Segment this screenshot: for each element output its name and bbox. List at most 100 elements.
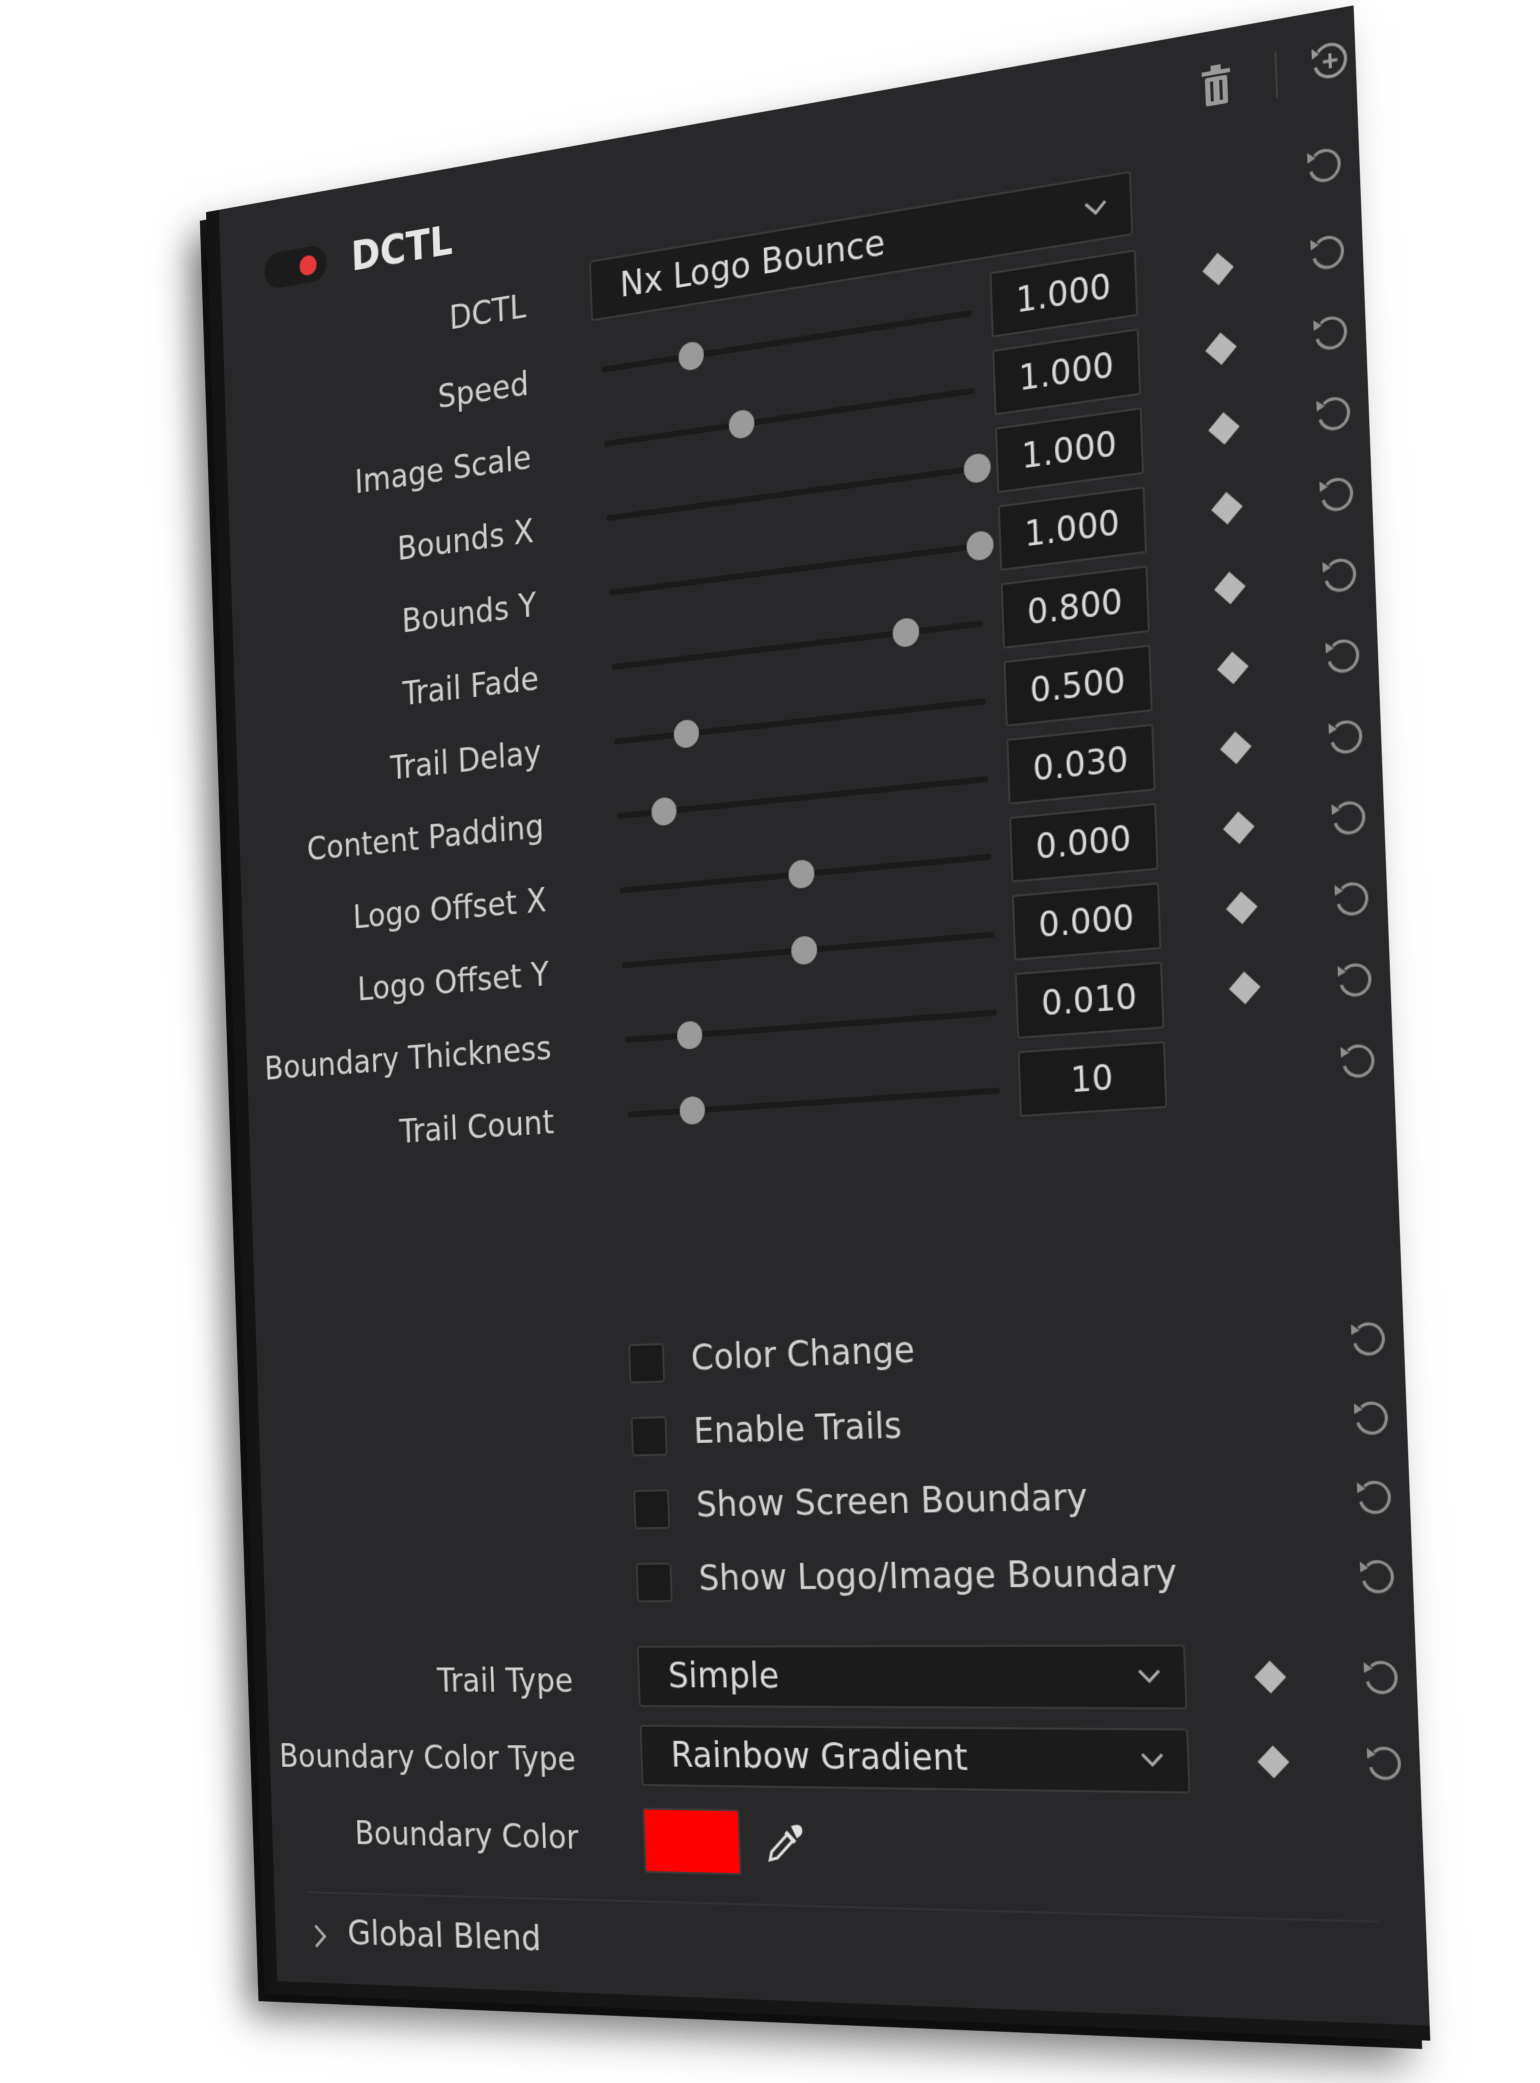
slider-label: Bounds X bbox=[397, 512, 535, 569]
slider-value-field[interactable]: 0.500 bbox=[1003, 645, 1152, 727]
trail-type-select[interactable]: Simple bbox=[637, 1644, 1188, 1709]
trash-icon[interactable] bbox=[1199, 61, 1233, 109]
reset-icon[interactable] bbox=[1333, 956, 1378, 1004]
slider-thumb[interactable] bbox=[791, 935, 818, 965]
slider-track[interactable] bbox=[625, 1009, 997, 1042]
reset-icon[interactable] bbox=[1318, 550, 1363, 600]
slider-track[interactable] bbox=[604, 388, 974, 447]
reset-icon[interactable] bbox=[1355, 1554, 1401, 1599]
slider-value-field[interactable]: 1.000 bbox=[989, 249, 1138, 337]
keyframe-diamond-icon[interactable] bbox=[1211, 492, 1242, 525]
slider-value-field[interactable]: 1.000 bbox=[998, 486, 1147, 571]
reset-icon[interactable] bbox=[1327, 793, 1372, 842]
boundary-color-label: Boundary Color bbox=[354, 1814, 579, 1857]
slider-rows: Speed 1.000 Image Scale 1.000 Bounds X 1.000 B… bbox=[219, 5, 1354, 210]
effect-enable-toggle[interactable] bbox=[264, 244, 327, 290]
checkbox-label: Color Change bbox=[690, 1329, 915, 1378]
checkbox-label: Enable Trails bbox=[693, 1405, 902, 1452]
trail-type-value: Simple bbox=[667, 1655, 779, 1696]
reset-icon[interactable] bbox=[1303, 139, 1348, 191]
add-reset-icon[interactable] bbox=[1307, 33, 1354, 88]
slider-thumb[interactable] bbox=[676, 1020, 702, 1050]
slider-value-field[interactable]: 0.800 bbox=[1001, 565, 1150, 648]
keyframe-diamond-icon[interactable] bbox=[1226, 891, 1258, 924]
slider-track[interactable] bbox=[614, 698, 985, 745]
keyframe-diamond-icon[interactable] bbox=[1223, 811, 1255, 844]
slider-value-field[interactable]: 1.000 bbox=[995, 407, 1144, 493]
boundary-color-swatch[interactable] bbox=[642, 1808, 741, 1876]
reset-icon[interactable] bbox=[1352, 1474, 1398, 1520]
keyframe-diamond-icon[interactable] bbox=[1208, 412, 1239, 445]
reset-icon[interactable] bbox=[1324, 712, 1369, 761]
slider-label: Content Padding bbox=[306, 807, 544, 869]
checkbox[interactable] bbox=[631, 1416, 668, 1456]
reset-icon[interactable] bbox=[1359, 1655, 1405, 1700]
slider-value-field[interactable]: 0.000 bbox=[1012, 882, 1162, 961]
slider-thumb[interactable] bbox=[679, 1096, 705, 1125]
global-blend-section-header[interactable]: Global Blend bbox=[347, 1913, 542, 1959]
reset-icon[interactable] bbox=[1349, 1395, 1395, 1441]
slider-value-field[interactable]: 0.010 bbox=[1015, 962, 1165, 1039]
reset-icon[interactable] bbox=[1336, 1037, 1381, 1085]
slider-track[interactable] bbox=[622, 932, 994, 969]
keyframe-diamond-icon[interactable] bbox=[1229, 971, 1261, 1004]
slider-track[interactable] bbox=[602, 310, 972, 373]
slider-thumb[interactable] bbox=[651, 796, 677, 826]
reset-icon[interactable] bbox=[1321, 631, 1366, 680]
slider-thumb[interactable] bbox=[892, 617, 919, 648]
dctl-select-value: Nx Logo Bounce bbox=[619, 222, 886, 306]
keyframe-diamond-icon[interactable] bbox=[1205, 332, 1236, 365]
enable-indicator-dot bbox=[299, 254, 317, 277]
slider-track[interactable] bbox=[620, 854, 992, 894]
slider-track[interactable] bbox=[607, 465, 978, 521]
reset-icon[interactable] bbox=[1309, 307, 1354, 358]
slider-label: Image Scale bbox=[354, 438, 532, 502]
dctl-select-label: DCTL bbox=[449, 287, 527, 338]
eyedropper-icon[interactable] bbox=[763, 1820, 807, 1867]
stage: DCTL DCTL Nx Logo Bounce Speed 1.000 Image… bbox=[0, 0, 1540, 2083]
checkbox[interactable] bbox=[636, 1563, 673, 1603]
checkbox-rows: Color Change Enable Trails Show Screen Bou… bbox=[219, 5, 1354, 210]
slider-value-field[interactable]: 1.000 bbox=[992, 328, 1141, 415]
slider-thumb[interactable] bbox=[728, 409, 754, 440]
slider-label: Bounds Y bbox=[401, 586, 537, 642]
checkbox-label: Show Logo/Image Boundary bbox=[698, 1552, 1178, 1599]
keyframe-diamond-icon[interactable] bbox=[1214, 572, 1246, 605]
slider-thumb[interactable] bbox=[673, 719, 699, 749]
keyframe-diamond-icon[interactable] bbox=[1220, 731, 1252, 764]
reset-icon[interactable] bbox=[1306, 226, 1351, 277]
slider-value-field[interactable]: 0.030 bbox=[1006, 724, 1155, 805]
panel-title: DCTL bbox=[350, 216, 453, 280]
boundary-color-type-label: Boundary Color Type bbox=[279, 1737, 577, 1779]
slider-track[interactable] bbox=[609, 543, 980, 596]
chevron-down-icon bbox=[1136, 1665, 1163, 1686]
keyframe-diamond-icon[interactable] bbox=[1217, 652, 1249, 685]
reset-icon[interactable] bbox=[1330, 874, 1375, 922]
checkbox[interactable] bbox=[633, 1489, 670, 1529]
boundary-color-type-select[interactable]: Rainbow Gradient bbox=[640, 1725, 1191, 1794]
chevron-down-icon bbox=[1139, 1749, 1166, 1770]
reset-icon[interactable] bbox=[1312, 388, 1357, 439]
slider-track[interactable] bbox=[627, 1087, 1000, 1117]
slider-label: Trail Count bbox=[399, 1103, 555, 1152]
keyframe-diamond-icon[interactable] bbox=[1202, 253, 1233, 286]
checkbox-label: Show Screen Boundary bbox=[695, 1476, 1088, 1525]
slider-label: Logo Offset Y bbox=[357, 955, 550, 1009]
chevron-right-icon[interactable] bbox=[311, 1922, 330, 1951]
slider-thumb[interactable] bbox=[788, 859, 815, 889]
trail-type-label: Trail Type bbox=[437, 1662, 574, 1701]
slider-thumb[interactable] bbox=[678, 340, 704, 371]
slider-value-field[interactable]: 10 bbox=[1018, 1041, 1168, 1117]
checkbox[interactable] bbox=[628, 1343, 665, 1384]
slider-thumb[interactable] bbox=[963, 452, 991, 484]
reset-icon[interactable] bbox=[1315, 469, 1360, 519]
keyframe-diamond-icon[interactable] bbox=[1258, 1745, 1290, 1778]
slider-track[interactable] bbox=[612, 620, 983, 670]
reset-icon[interactable] bbox=[1362, 1740, 1408, 1786]
slider-value-field[interactable]: 0.000 bbox=[1009, 803, 1158, 883]
slider-thumb[interactable] bbox=[966, 530, 994, 562]
slider-label: Boundary Thickness bbox=[264, 1029, 552, 1088]
slider-track[interactable] bbox=[617, 776, 989, 819]
keyframe-diamond-icon[interactable] bbox=[1254, 1661, 1286, 1694]
reset-icon[interactable] bbox=[1347, 1315, 1393, 1361]
